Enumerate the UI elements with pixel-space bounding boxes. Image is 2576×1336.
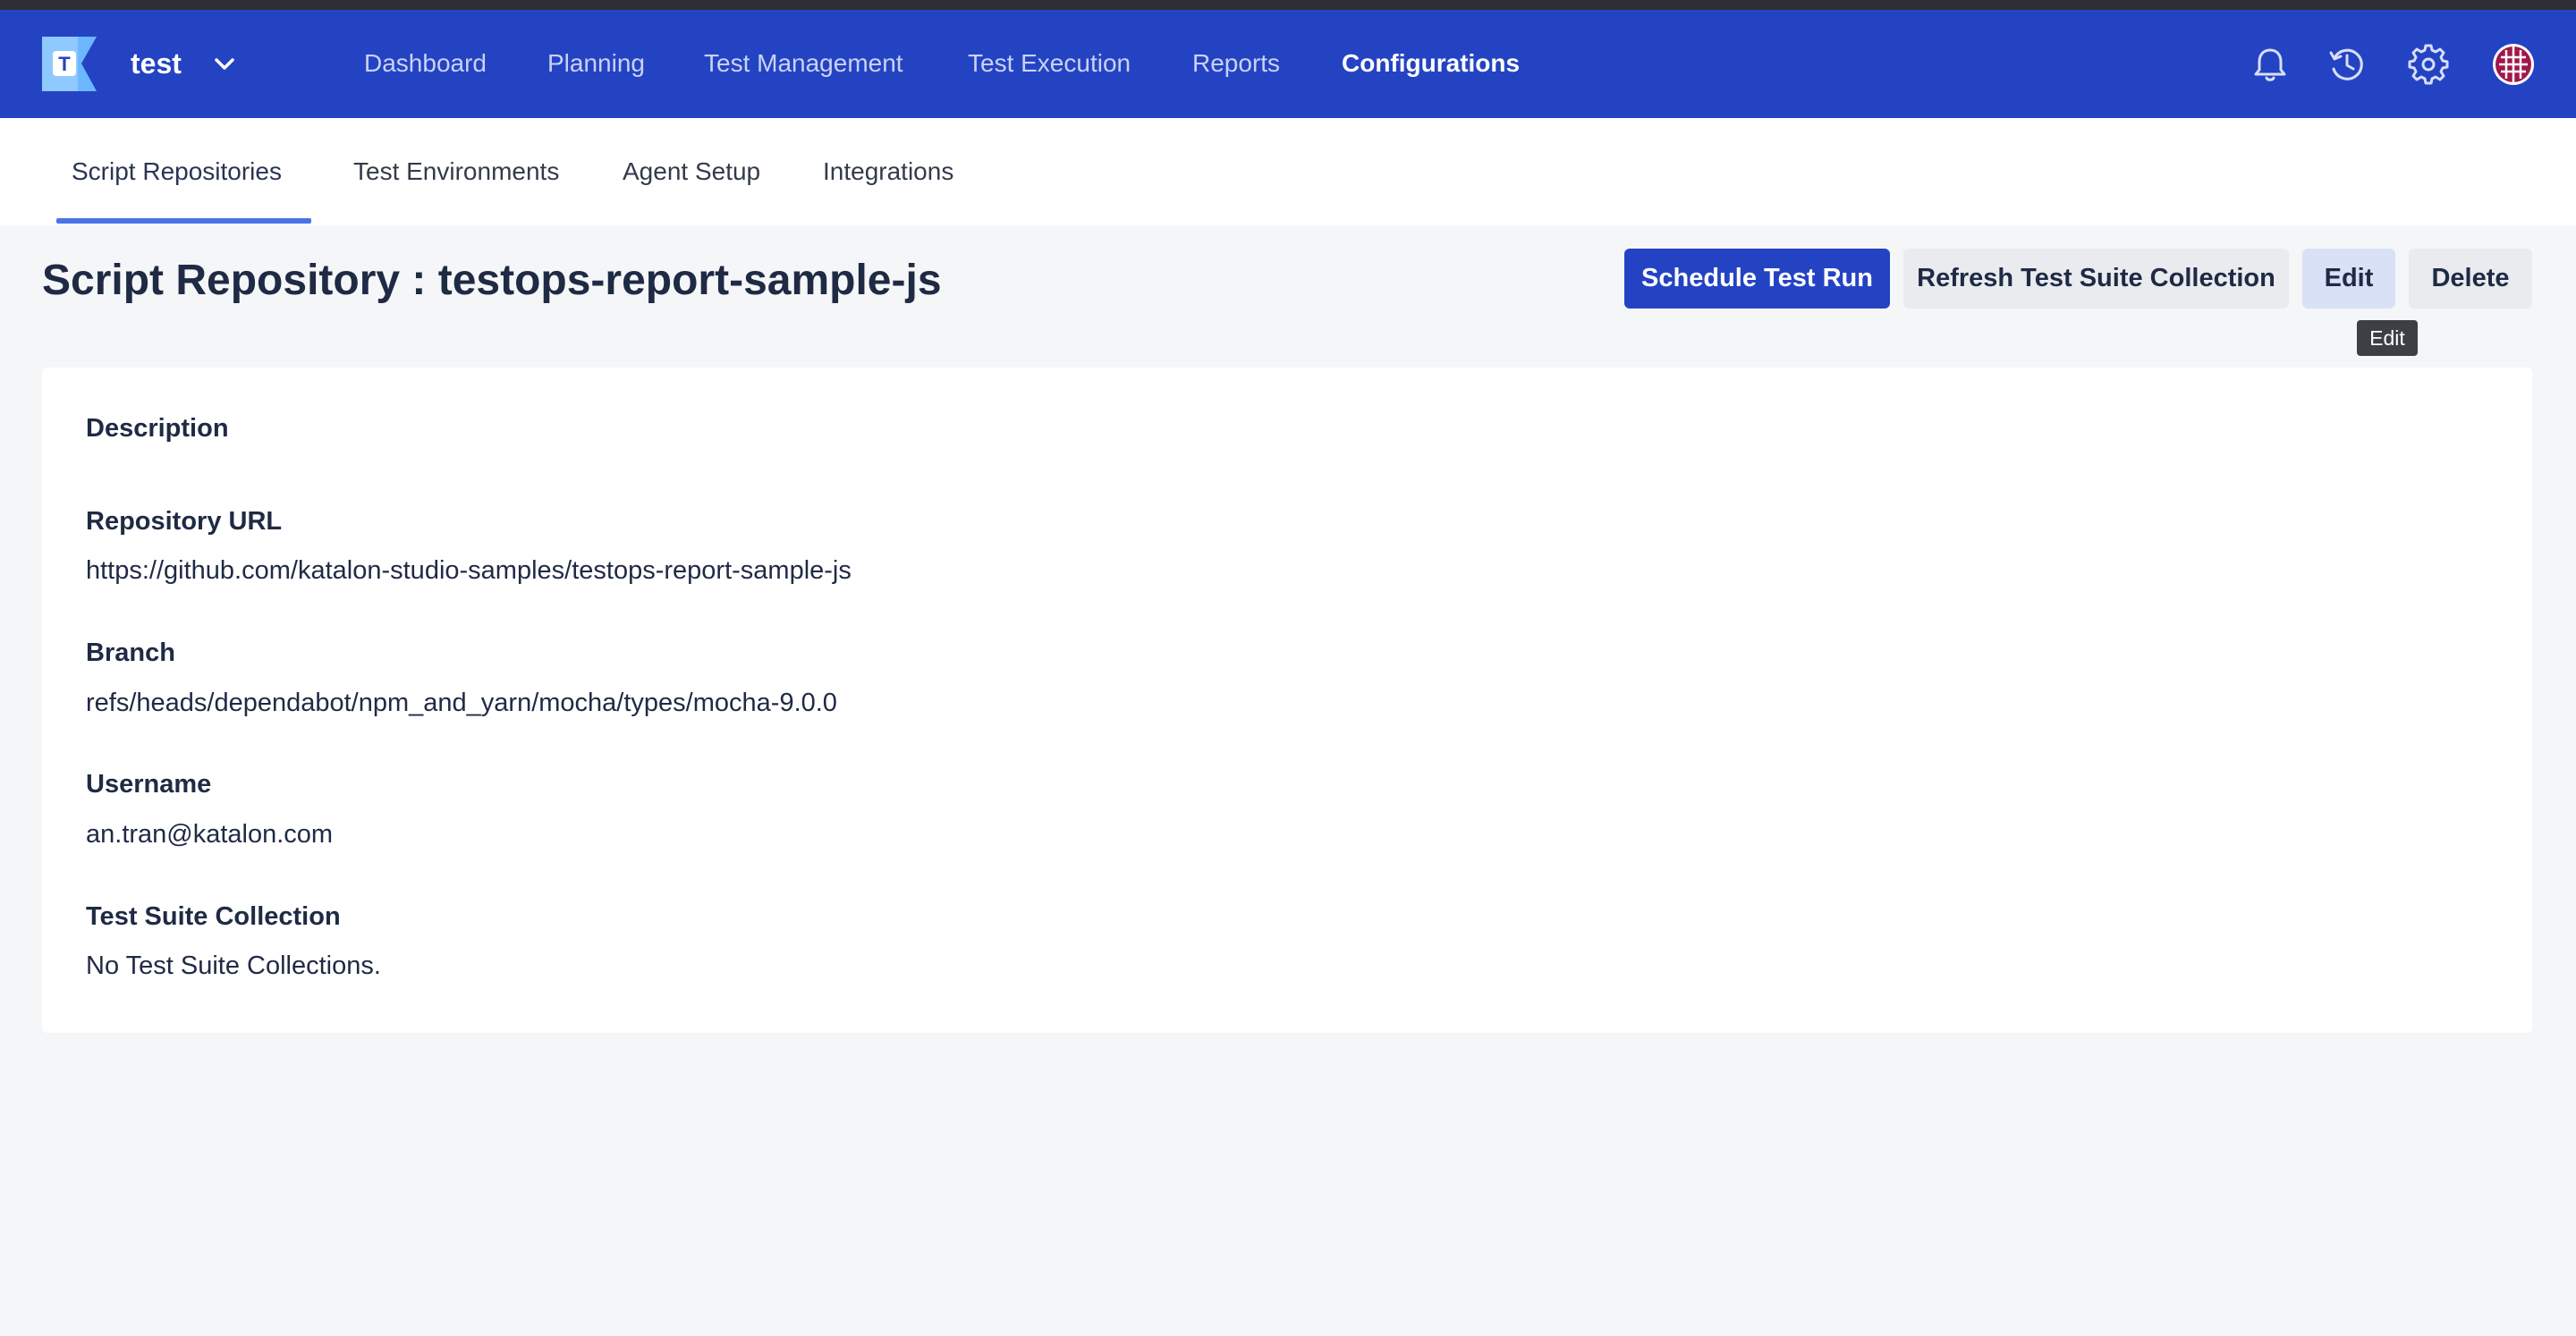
username-label: Username — [86, 770, 212, 799]
chevron-down-icon[interactable] — [211, 51, 238, 78]
bell-icon[interactable] — [2250, 44, 2291, 85]
tab-integrations[interactable]: Integrations — [823, 150, 953, 193]
top-navigation-bar: T test Dashboard Planning Test Managemen… — [0, 10, 2576, 118]
window-top-strip — [0, 0, 2576, 10]
nav-dashboard[interactable]: Dashboard — [364, 42, 487, 85]
branch-value: refs/heads/dependabot/npm_and_yarn/mocha… — [86, 689, 837, 717]
gear-icon[interactable] — [2408, 44, 2449, 85]
history-icon[interactable] — [2326, 44, 2368, 85]
nav-reports[interactable]: Reports — [1192, 42, 1280, 85]
branch-label: Branch — [86, 638, 175, 667]
description-label: Description — [86, 414, 229, 443]
svg-text:T: T — [58, 53, 71, 75]
delete-button[interactable]: Delete — [2409, 249, 2532, 309]
test-suite-collection-value: No Test Suite Collections. — [86, 951, 381, 980]
configurations-subnav: Script Repositories Test Environments Ag… — [0, 118, 2576, 225]
nav-configurations[interactable]: Configurations — [1342, 42, 1520, 85]
edit-tooltip: Edit — [2357, 320, 2418, 356]
nav-test-management[interactable]: Test Management — [704, 42, 903, 85]
project-name[interactable]: test — [131, 42, 182, 85]
repository-url-value: https://github.com/katalon-studio-sample… — [86, 556, 852, 585]
page-title: Script Repository : testops-report-sampl… — [42, 257, 942, 304]
active-tab-indicator — [56, 218, 311, 224]
tab-test-environments[interactable]: Test Environments — [353, 150, 559, 193]
avatar[interactable] — [2492, 43, 2535, 86]
schedule-test-run-button[interactable]: Schedule Test Run — [1624, 249, 1890, 309]
katalon-logo-icon[interactable]: T — [42, 37, 97, 91]
tab-agent-setup[interactable]: Agent Setup — [623, 150, 760, 193]
refresh-test-suite-collection-button[interactable]: Refresh Test Suite Collection — [1903, 249, 2289, 309]
test-suite-collection-label: Test Suite Collection — [86, 902, 341, 931]
repository-url-label: Repository URL — [86, 507, 283, 536]
username-value: an.tran@katalon.com — [86, 820, 334, 849]
nav-test-execution[interactable]: Test Execution — [968, 42, 1131, 85]
tab-script-repositories[interactable]: Script Repositories — [72, 150, 282, 193]
nav-planning[interactable]: Planning — [547, 42, 645, 85]
edit-button[interactable]: Edit — [2302, 249, 2395, 309]
repository-details-card: Description Repository URL https://githu… — [42, 368, 2532, 1033]
